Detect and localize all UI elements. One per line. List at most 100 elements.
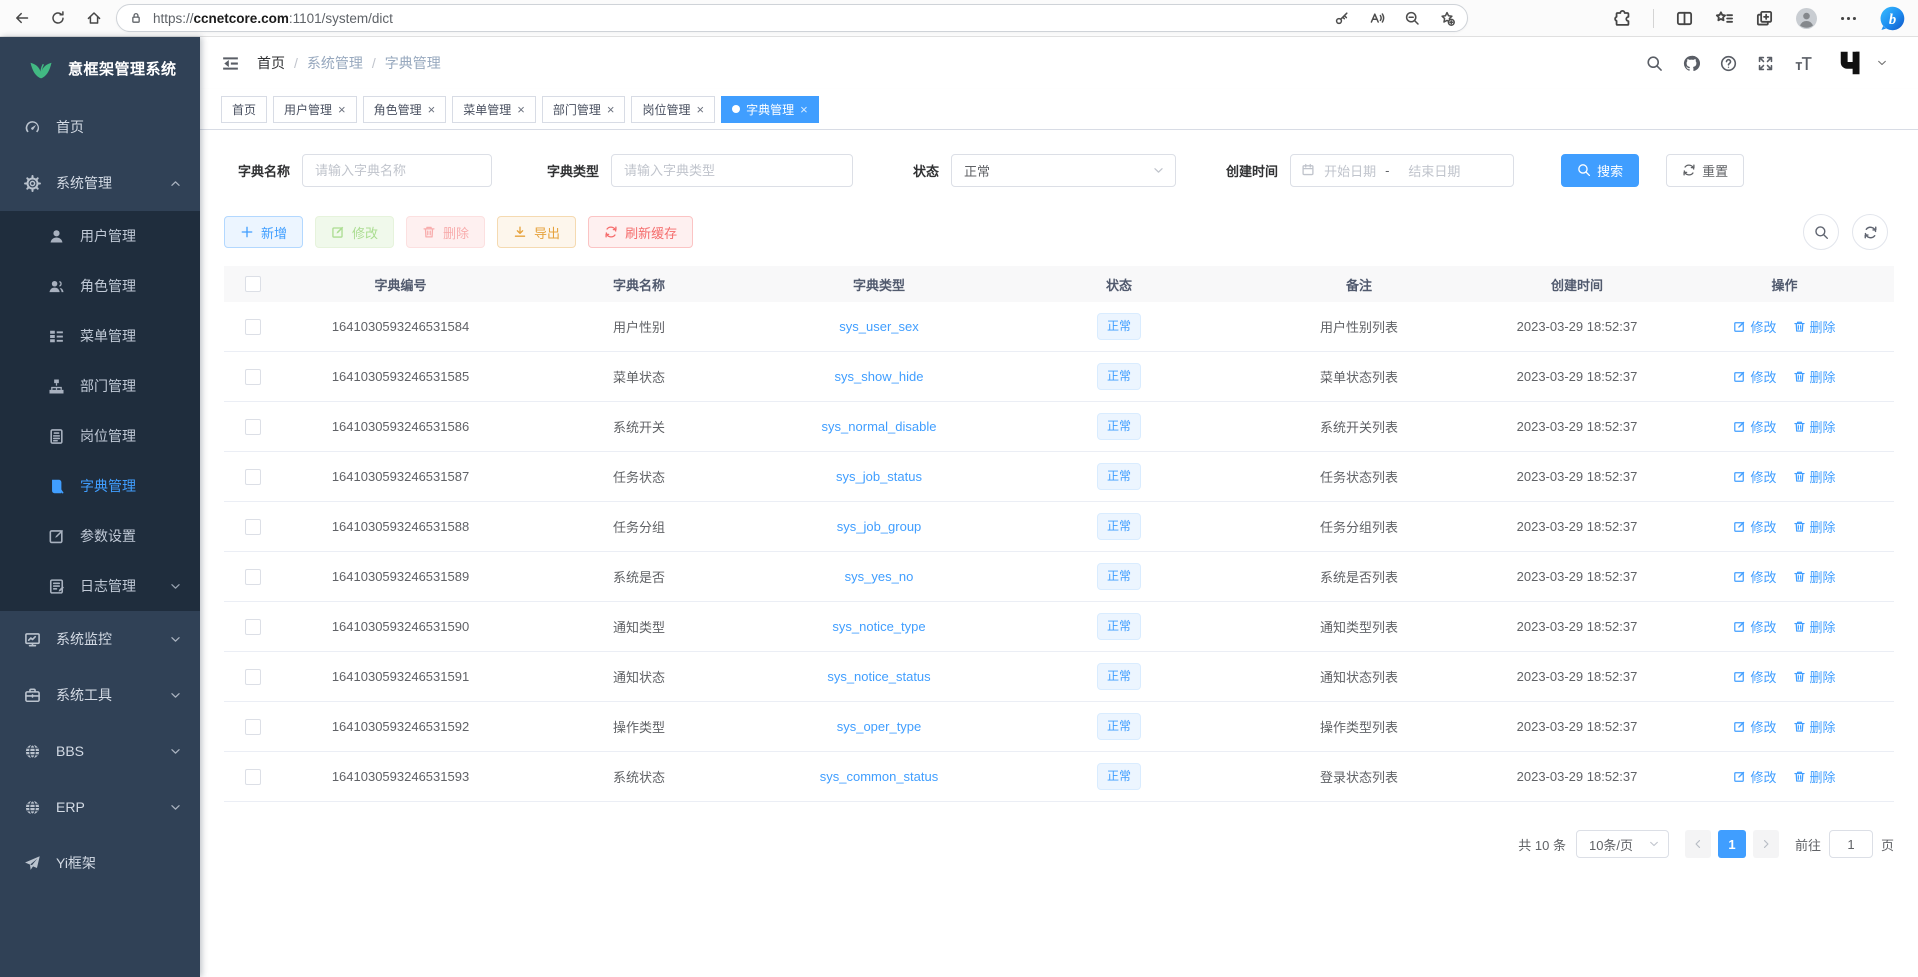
lock-icon[interactable] [129, 11, 143, 25]
dict-type-link[interactable]: sys_common_status [820, 769, 939, 784]
breadcrumb-item[interactable]: 首页 [257, 53, 285, 73]
row-delete-link[interactable]: 删除 [1793, 517, 1836, 536]
dict-name-input[interactable] [302, 154, 492, 187]
row-checkbox[interactable] [245, 469, 261, 485]
row-delete-link[interactable]: 删除 [1793, 617, 1836, 636]
sidebar-item-role-mgmt[interactable]: 角色管理 [0, 261, 200, 311]
row-edit-link[interactable]: 修改 [1733, 767, 1776, 786]
export-button[interactable]: 导出 [497, 216, 576, 248]
sidebar-item-system-tools[interactable]: 系统工具 [0, 667, 200, 723]
row-checkbox[interactable] [245, 669, 261, 685]
row-delete-link[interactable]: 删除 [1793, 417, 1836, 436]
row-checkbox[interactable] [245, 569, 261, 585]
row-edit-link[interactable]: 修改 [1733, 417, 1776, 436]
dict-type-link[interactable]: sys_oper_type [837, 719, 922, 734]
sidebar-item-dict-mgmt[interactable]: 字典管理 [0, 461, 200, 511]
dict-type-link[interactable]: sys_notice_status [827, 669, 930, 684]
extensions-icon[interactable] [1613, 9, 1632, 28]
tab-user-mgmt[interactable]: 用户管理× [273, 96, 357, 123]
github-icon[interactable] [1683, 55, 1700, 72]
breadcrumb-item[interactable]: 系统管理 [307, 53, 363, 73]
edit-button[interactable]: 修改 [315, 216, 394, 248]
row-delete-link[interactable]: 删除 [1793, 567, 1836, 586]
sidebar-item-bbs[interactable]: BBS [0, 723, 200, 779]
add-button[interactable]: 新增 [224, 216, 303, 248]
reset-button[interactable]: 重置 [1666, 154, 1744, 187]
dict-type-link[interactable]: sys_normal_disable [822, 419, 937, 434]
prev-page-button[interactable] [1685, 830, 1711, 858]
row-delete-link[interactable]: 删除 [1793, 467, 1836, 486]
sidebar-item-user-mgmt[interactable]: 用户管理 [0, 211, 200, 261]
next-page-button[interactable] [1753, 830, 1779, 858]
sidebar-item-dept-mgmt[interactable]: 部门管理 [0, 361, 200, 411]
user-logo-avatar[interactable] [1837, 48, 1867, 78]
sidebar-item-home[interactable]: 首页 [0, 99, 200, 155]
row-checkbox[interactable] [245, 419, 261, 435]
font-size-icon[interactable] [1794, 54, 1813, 73]
tab-post-mgmt[interactable]: 岗位管理× [631, 96, 715, 123]
tab-home[interactable]: 首页 [221, 96, 267, 123]
sidebar-item-yi-framework[interactable]: Yi框架 [0, 835, 200, 891]
zoom-out-icon[interactable] [1404, 10, 1420, 26]
select-all-checkbox[interactable] [245, 276, 261, 292]
toggle-search-button[interactable] [1803, 214, 1839, 250]
favorites-bar-icon[interactable] [1715, 9, 1734, 28]
tab-close-icon[interactable]: × [428, 103, 436, 116]
delete-button[interactable]: 删除 [406, 216, 485, 248]
address-bar[interactable]: https://ccnetcore.com:1101/system/dict [116, 4, 1468, 32]
url-text[interactable]: https://ccnetcore.com:1101/system/dict [153, 11, 393, 26]
tab-close-icon[interactable]: × [696, 103, 704, 116]
row-checkbox[interactable] [245, 719, 261, 735]
copilot-icon[interactable]: b [1879, 5, 1906, 32]
row-delete-link[interactable]: 删除 [1793, 667, 1836, 686]
sidebar-item-erp[interactable]: ERP [0, 779, 200, 835]
tab-close-icon[interactable]: × [800, 103, 808, 116]
row-edit-link[interactable]: 修改 [1733, 367, 1776, 386]
row-delete-link[interactable]: 删除 [1793, 317, 1836, 336]
favorite-add-icon[interactable] [1439, 10, 1455, 26]
back-icon[interactable] [14, 10, 30, 26]
home-icon[interactable] [86, 10, 102, 26]
search-icon[interactable] [1646, 55, 1663, 72]
row-edit-link[interactable]: 修改 [1733, 317, 1776, 336]
page-number-button[interactable]: 1 [1718, 830, 1746, 858]
app-logo[interactable]: 意框架管理系统 [0, 37, 200, 99]
sidebar-item-log-mgmt[interactable]: 日志管理 [0, 561, 200, 611]
fullscreen-icon[interactable] [1757, 55, 1774, 72]
more-icon[interactable] [1839, 9, 1858, 28]
row-edit-link[interactable]: 修改 [1733, 467, 1776, 486]
row-checkbox[interactable] [245, 369, 261, 385]
row-checkbox[interactable] [245, 619, 261, 635]
page-size-select[interactable]: 10条/页 [1576, 830, 1669, 858]
split-screen-icon[interactable] [1675, 9, 1694, 28]
sidebar-item-system-monitor[interactable]: 系统监控 [0, 611, 200, 667]
dict-type-link[interactable]: sys_yes_no [845, 569, 914, 584]
dict-type-link[interactable]: sys_notice_type [832, 619, 925, 634]
row-checkbox[interactable] [245, 519, 261, 535]
dict-type-input[interactable] [611, 154, 853, 187]
status-select[interactable]: 正常 [951, 154, 1176, 187]
row-edit-link[interactable]: 修改 [1733, 617, 1776, 636]
collections-icon[interactable] [1755, 9, 1774, 28]
tab-role-mgmt[interactable]: 角色管理× [363, 96, 447, 123]
row-checkbox[interactable] [245, 769, 261, 785]
row-delete-link[interactable]: 删除 [1793, 767, 1836, 786]
help-icon[interactable] [1720, 55, 1737, 72]
search-button[interactable]: 搜索 [1561, 154, 1639, 187]
key-icon[interactable] [1334, 10, 1350, 26]
sidebar-collapse-icon[interactable] [221, 54, 240, 73]
tab-close-icon[interactable]: × [338, 103, 346, 116]
dict-type-link[interactable]: sys_user_sex [839, 319, 918, 334]
tab-menu-mgmt[interactable]: 菜单管理× [452, 96, 536, 123]
refresh-cache-button[interactable]: 刷新缓存 [588, 216, 693, 248]
profile-icon[interactable] [1795, 7, 1818, 30]
tab-dict-mgmt[interactable]: 字典管理× [721, 96, 819, 123]
row-checkbox[interactable] [245, 319, 261, 335]
read-aloud-icon[interactable] [1369, 10, 1385, 26]
row-edit-link[interactable]: 修改 [1733, 717, 1776, 736]
sidebar-item-param-settings[interactable]: 参数设置 [0, 511, 200, 561]
reload-icon[interactable] [50, 10, 66, 26]
row-delete-link[interactable]: 删除 [1793, 717, 1836, 736]
sidebar-item-menu-mgmt[interactable]: 菜单管理 [0, 311, 200, 361]
tab-dept-mgmt[interactable]: 部门管理× [542, 96, 626, 123]
